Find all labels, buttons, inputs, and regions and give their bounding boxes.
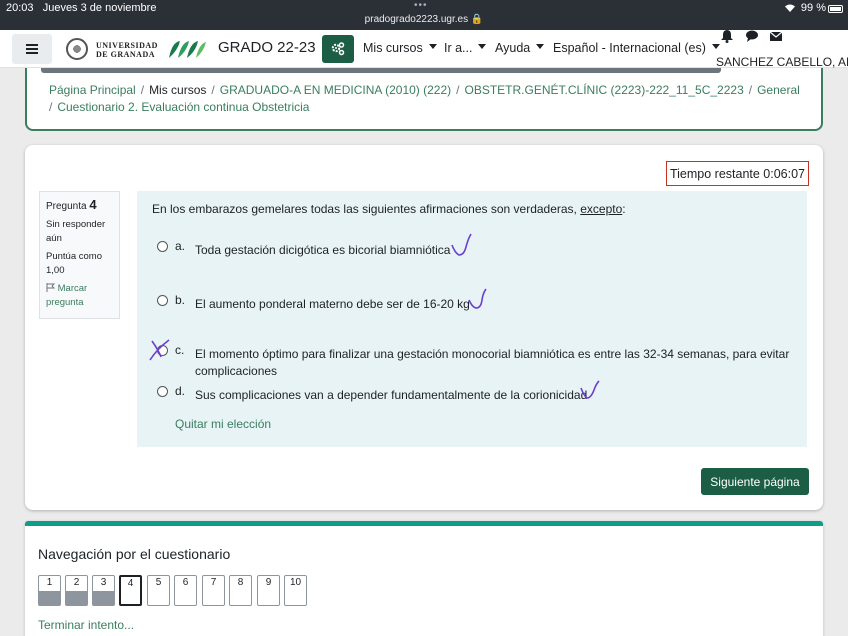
breadcrumb-home[interactable]: Página Principal xyxy=(49,83,136,97)
finish-attempt-link[interactable]: Terminar intento... xyxy=(38,618,134,632)
quiz-nav-button-8[interactable]: 8 xyxy=(229,575,252,606)
question-stem: En los embarazos gemelares todas las sig… xyxy=(152,202,626,216)
horizontal-scrollbar[interactable] xyxy=(41,68,721,73)
flag-icon xyxy=(46,283,56,292)
menu-language[interactable]: Español - Internacional (es) xyxy=(553,41,720,55)
radio-button[interactable] xyxy=(157,241,168,252)
breadcrumb-course[interactable]: OBSTETR.GENÉT.CLÍNIC (2223)-222_11_5C_22… xyxy=(465,83,744,97)
quiz-nav-button-9[interactable]: 9 xyxy=(257,575,280,606)
logo-line-2: DE GRANADA xyxy=(96,50,155,59)
quiz-navigation-title: Navegación por el cuestionario xyxy=(38,546,231,562)
quiz-nav-button-5[interactable]: 5 xyxy=(147,575,170,606)
question-info: Pregunta 4 Sin responder aún Puntúa como… xyxy=(39,191,120,319)
site-name[interactable]: GRADO 22-23 xyxy=(218,39,316,56)
quiz-nav-button-3[interactable]: 3 xyxy=(92,575,115,606)
handwritten-check-icon xyxy=(451,233,472,256)
question-card: Tiempo restante 0:06:07 Pregunta 4 Sin r… xyxy=(25,145,823,510)
breadcrumb-quiz[interactable]: Cuestionario 2. Evaluación continua Obst… xyxy=(57,100,309,114)
question-content: En los embarazos gemelares todas las sig… xyxy=(137,191,807,447)
admin-settings-button[interactable] xyxy=(322,35,354,63)
prado-logo-icon xyxy=(169,41,206,58)
chat-bubbles-icon[interactable] xyxy=(745,29,759,43)
breadcrumb-my-courses: Mis cursos xyxy=(149,83,207,97)
question-status: Sin responder aún xyxy=(46,219,106,244)
wifi-icon xyxy=(784,4,795,13)
flag-question-link[interactable]: Marcar pregunta xyxy=(46,282,113,310)
university-logo[interactable]: UNIVERSIDAD DE GRANADA xyxy=(66,38,158,60)
hamburger-icon xyxy=(26,44,38,54)
system-status-bar: 20:03 Jueves 3 de noviembre ••• pradogra… xyxy=(0,0,848,30)
chevron-down-icon xyxy=(536,44,545,50)
cogs-icon xyxy=(331,42,345,56)
radio-button[interactable] xyxy=(157,295,168,306)
university-seal-icon xyxy=(66,38,88,60)
time-remaining: Tiempo restante 0:06:07 xyxy=(666,161,809,186)
chevron-down-icon xyxy=(428,44,437,50)
breadcrumb: Página Principal / Mis cursos / GRADUADO-A E… xyxy=(49,83,800,114)
address-bar[interactable]: pradogrado2223.ugr.es 🔒 xyxy=(0,14,848,25)
breadcrumb-card: Página Principal / Mis cursos / GRADUADO-A E… xyxy=(25,68,823,131)
battery-icon xyxy=(828,5,843,13)
question-number: Pregunta 4 xyxy=(46,197,97,213)
question-score: Puntúa como 1,00 xyxy=(46,251,102,276)
chevron-down-icon xyxy=(478,44,487,50)
logo-line-1: UNIVERSIDAD xyxy=(96,41,158,50)
breadcrumb-degree[interactable]: GRADUADO-A EN MEDICINA (2010) (222) xyxy=(220,83,451,97)
top-navbar: UNIVERSIDAD DE GRANADA GRADO 22-23 Mis cu… xyxy=(0,29,848,69)
menu-help[interactable]: Ayuda xyxy=(495,41,545,55)
chevron-down-icon xyxy=(711,44,720,50)
handwritten-check-icon xyxy=(580,380,600,399)
quiz-nav-button-7[interactable]: 7 xyxy=(202,575,225,606)
quiz-nav-button-1[interactable]: 1 xyxy=(38,575,61,606)
menu-go-to[interactable]: Ir a... xyxy=(444,41,487,55)
handwritten-cross-icon xyxy=(149,339,170,361)
quiz-nav-button-2[interactable]: 2 xyxy=(65,575,88,606)
lock-icon: 🔒 xyxy=(470,14,484,25)
bell-icon[interactable] xyxy=(720,29,734,43)
handwritten-check-icon xyxy=(468,288,487,309)
quiz-nav-button-6[interactable]: 6 xyxy=(174,575,197,606)
clear-choice-link[interactable]: Quitar mi elección xyxy=(175,417,271,431)
envelope-icon[interactable] xyxy=(769,29,783,43)
battery-level: 99 % xyxy=(784,2,826,14)
quiz-navigation-block: Navegación por el cuestionario 1 2 3 4 5… xyxy=(25,521,823,636)
more-dots-icon[interactable]: ••• xyxy=(414,0,428,11)
quiz-nav-button-10[interactable]: 10 xyxy=(284,575,307,606)
radio-button[interactable] xyxy=(157,386,168,397)
clock: 20:03 Jueves 3 de noviembre xyxy=(6,2,157,14)
user-menu[interactable]: SANCHEZ CABELLO, ANT xyxy=(716,55,848,69)
breadcrumb-general[interactable]: General xyxy=(757,83,800,97)
menu-my-courses[interactable]: Mis cursos xyxy=(363,41,437,55)
quiz-nav-button-4[interactable]: 4 xyxy=(119,575,142,606)
menu-toggle-button[interactable] xyxy=(12,34,52,64)
next-page-button[interactable]: Siguiente página xyxy=(701,468,809,495)
